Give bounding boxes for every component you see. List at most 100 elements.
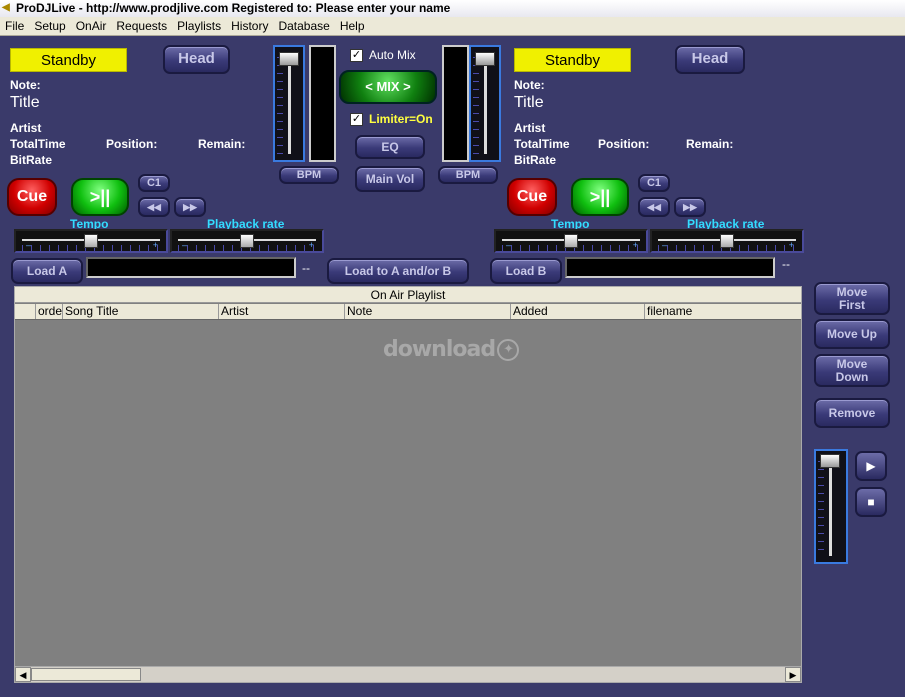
limiter-label: Limiter=On [369,112,433,126]
deck-a-bitrate-label: BitRate [10,153,53,167]
play-icon: ▶ [866,459,876,473]
eq-button[interactable]: EQ [355,135,425,159]
rewind-icon: ◀◀ [647,202,661,212]
deck-b-bitrate-label: BitRate [514,153,557,167]
remove-button[interactable]: Remove [814,398,890,428]
deck-b-cue-button[interactable]: Cue [507,178,557,216]
deck-b-status: Standby [514,48,631,72]
side-volume-fader[interactable] [814,449,848,564]
menu-help[interactable]: Help [335,17,370,36]
deck-b-title: Title [514,94,544,111]
deck-a-load-field[interactable] [86,257,296,278]
deck-a-playback-slider[interactable]: – + [170,229,324,253]
mix-button[interactable]: < MIX > [339,70,437,104]
column-header-artist[interactable]: Artist [218,304,344,319]
window-title: ProDJLive - http://www.prodjlive.com Reg… [16,1,451,15]
deck-b-play-pause-button[interactable]: >|| [571,178,629,216]
deck-a-volume-knob[interactable] [279,52,299,66]
scroll-left-icon[interactable]: ◀ [15,667,31,682]
deck-a-tempo-knob[interactable] [84,234,98,248]
window-titlebar: ◀ ProDJLive - http://www.prodjlive.com R… [0,0,905,17]
deck-a-playback-knob[interactable] [240,234,254,248]
scroll-thumb[interactable] [31,668,141,681]
menu-playlists[interactable]: Playlists [172,17,226,36]
load-to-a-b-button[interactable]: Load to A and/or B [327,258,469,284]
deck-a-tempo-slider[interactable]: – + [14,229,168,253]
auto-mix-label: Auto Mix [369,48,416,62]
main-vol-button[interactable]: Main Vol [355,166,425,192]
menu-database[interactable]: Database [273,17,334,36]
menu-requests[interactable]: Requests [111,17,172,36]
auto-mix-checkbox[interactable]: ✓ [350,49,363,62]
deck-a-c1-button[interactable]: C1 [138,174,170,192]
deck-a-forward-button[interactable]: ▶▶ [174,197,206,217]
fast-forward-icon: ▶▶ [683,202,697,212]
column-header-order[interactable]: orde [35,304,62,319]
deck-b-tempo-slider[interactable]: – + [494,229,648,253]
deck-b-volume-knob[interactable] [475,52,495,66]
deck-b-head-button[interactable]: Head [675,45,745,74]
deck-a-position-label: Position: [106,137,158,151]
deck-a-status: Standby [10,48,127,72]
menu-history[interactable]: History [226,17,273,36]
deck-a-level-meter [309,45,336,162]
deck-a-cue-button[interactable]: Cue [7,178,57,216]
side-play-button[interactable]: ▶ [855,451,887,481]
deck-a-play-pause-button[interactable]: >|| [71,178,129,216]
deck-b-position-label: Position: [598,137,650,151]
move-up-button[interactable]: Move Up [814,319,890,349]
deck-a-artist-label: Artist [10,121,42,135]
load-a-button[interactable]: Load A [11,258,83,284]
move-down-button[interactable]: Move Down [814,354,890,387]
scroll-right-icon[interactable]: ▶ [785,667,801,682]
deck-a-volume-fader[interactable] [273,45,305,162]
bpm-b-button[interactable]: BPM [438,166,498,184]
fast-forward-icon: ▶▶ [183,202,197,212]
deck-b-rewind-button[interactable]: ◀◀ [638,197,670,217]
menu-file[interactable]: File [0,17,29,36]
watermark-badge-icon: ✦ [497,339,520,361]
check-icon: ✓ [351,49,362,61]
menu-bar: File Setup OnAir Requests Playlists History Da… [0,17,905,36]
deck-b-c1-button[interactable]: C1 [638,174,670,192]
check-icon: ✓ [351,113,362,125]
deck-b-note-label: Note: [514,78,545,92]
deck-a-note-label: Note: [10,78,41,92]
deck-a-head-button[interactable]: Head [163,45,230,74]
side-volume-knob[interactable] [820,454,840,468]
deck-b-playback-knob[interactable] [720,234,734,248]
playlist-horizontal-scrollbar[interactable]: ◀ ▶ [15,666,801,682]
side-stop-button[interactable]: ■ [855,487,887,517]
rewind-icon: ◀◀ [147,202,161,212]
on-air-playlist[interactable]: On Air Playlist orde Song Title Artist N… [14,286,802,683]
column-header-select[interactable] [15,304,35,319]
deck-a-dash: -- [302,261,310,275]
column-header-added[interactable]: Added [510,304,644,319]
watermark-logo: download ✦ [383,337,520,362]
deck-b-forward-button[interactable]: ▶▶ [674,197,706,217]
deck-a-remain-label: Remain: [198,137,246,151]
deck-b-dash: -- [782,257,790,271]
column-header-note[interactable]: Note [344,304,510,319]
deck-a-totaltime-label: TotalTime [10,137,66,151]
column-header-filename[interactable]: filename [644,304,801,319]
limiter-checkbox[interactable]: ✓ [350,113,363,126]
deck-b-artist-label: Artist [514,121,546,135]
column-header-song-title[interactable]: Song Title [62,304,218,319]
deck-b-totaltime-label: TotalTime [514,137,570,151]
load-b-button[interactable]: Load B [490,258,562,284]
playlist-header: On Air Playlist [15,287,801,303]
deck-a-rewind-button[interactable]: ◀◀ [138,197,170,217]
deck-a-title: Title [10,94,40,111]
move-first-button[interactable]: Move First [814,282,890,315]
deck-b-playback-slider[interactable]: – + [650,229,804,253]
deck-b-remain-label: Remain: [686,137,734,151]
bpm-a-button[interactable]: BPM [279,166,339,184]
menu-onair[interactable]: OnAir [71,17,112,36]
deck-b-load-field[interactable] [565,257,775,278]
stop-icon: ■ [867,495,875,509]
playlist-column-headers: orde Song Title Artist Note Added filena… [15,304,801,320]
deck-b-tempo-knob[interactable] [564,234,578,248]
deck-b-volume-fader[interactable] [469,45,501,162]
menu-setup[interactable]: Setup [29,17,70,36]
